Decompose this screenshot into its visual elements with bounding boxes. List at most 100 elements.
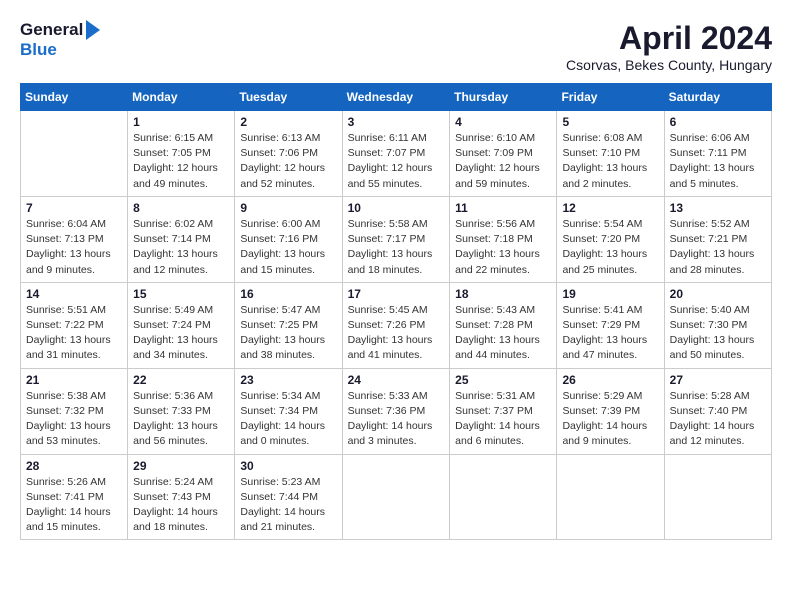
calendar-cell: 23 Sunrise: 5:34 AMSunset: 7:34 PMDayligh… xyxy=(235,368,342,454)
day-info: Sunrise: 5:54 AMSunset: 7:20 PMDaylight:… xyxy=(562,217,658,278)
day-number: 18 xyxy=(455,287,551,301)
weekday-header-wednesday: Wednesday xyxy=(342,84,450,111)
day-info: Sunrise: 5:56 AMSunset: 7:18 PMDaylight:… xyxy=(455,217,551,278)
day-info: Sunrise: 5:49 AMSunset: 7:24 PMDaylight:… xyxy=(133,303,229,364)
calendar-cell: 2Sunrise: 6:13 AMSunset: 7:06 PMDaylight… xyxy=(235,111,342,197)
calendar-cell: 12 Sunrise: 5:54 AMSunset: 7:20 PMDayligh… xyxy=(557,196,664,282)
day-info: Sunrise: 6:00 AMSunset: 7:16 PMDaylight:… xyxy=(240,217,336,278)
day-number: 15 xyxy=(133,287,229,301)
day-info: Sunrise: 5:45 AMSunset: 7:26 PMDaylight:… xyxy=(348,303,445,364)
weekday-header-friday: Friday xyxy=(557,84,664,111)
day-number: 23 xyxy=(240,373,336,387)
calendar-cell xyxy=(450,454,557,540)
day-number: 22 xyxy=(133,373,229,387)
calendar-cell: 8 Sunrise: 6:02 AMSunset: 7:14 PMDaylight… xyxy=(128,196,235,282)
day-info: Sunrise: 6:15 AMSunset: 7:05 PMDaylight:… xyxy=(133,131,229,192)
day-number: 14 xyxy=(26,287,122,301)
weekday-header-monday: Monday xyxy=(128,84,235,111)
day-number: 19 xyxy=(562,287,658,301)
day-info: Sunrise: 5:38 AMSunset: 7:32 PMDaylight:… xyxy=(26,389,122,450)
calendar-week-row: 21 Sunrise: 5:38 AMSunset: 7:32 PMDayligh… xyxy=(21,368,772,454)
day-number: 20 xyxy=(670,287,766,301)
day-info: Sunrise: 6:08 AMSunset: 7:10 PMDaylight:… xyxy=(562,131,658,192)
logo-blue-text: Blue xyxy=(20,40,57,60)
day-info: Sunrise: 5:40 AMSunset: 7:30 PMDaylight:… xyxy=(670,303,766,364)
day-info: Sunrise: 6:11 AMSunset: 7:07 PMDaylight:… xyxy=(348,131,445,192)
calendar-cell: 1 Sunrise: 6:15 AMSunset: 7:05 PMDaylight… xyxy=(128,111,235,197)
calendar-week-row: 1 Sunrise: 6:15 AMSunset: 7:05 PMDaylight… xyxy=(21,111,772,197)
day-info: Sunrise: 5:31 AMSunset: 7:37 PMDaylight:… xyxy=(455,389,551,450)
calendar-week-row: 7 Sunrise: 6:04 AMSunset: 7:13 PMDaylight… xyxy=(21,196,772,282)
day-number: 1 xyxy=(133,115,229,129)
day-number: 2 xyxy=(240,115,336,129)
day-info: Sunrise: 5:29 AMSunset: 7:39 PMDaylight:… xyxy=(562,389,658,450)
calendar-table: SundayMondayTuesdayWednesdayThursdayFrid… xyxy=(20,83,772,540)
day-number: 16 xyxy=(240,287,336,301)
calendar-cell xyxy=(21,111,128,197)
location-title: Csorvas, Bekes County, Hungary xyxy=(566,57,772,73)
title-area: April 2024 Csorvas, Bekes County, Hungar… xyxy=(566,20,772,73)
calendar-cell: 27 Sunrise: 5:28 AMSunset: 7:40 PMDayligh… xyxy=(664,368,771,454)
calendar-cell: 15 Sunrise: 5:49 AMSunset: 7:24 PMDayligh… xyxy=(128,282,235,368)
day-number: 3 xyxy=(348,115,445,129)
day-info: Sunrise: 5:34 AMSunset: 7:34 PMDaylight:… xyxy=(240,389,336,450)
calendar-week-row: 14 Sunrise: 5:51 AMSunset: 7:22 PMDayligh… xyxy=(21,282,772,368)
calendar-cell: 25 Sunrise: 5:31 AMSunset: 7:37 PMDayligh… xyxy=(450,368,557,454)
weekday-header-thursday: Thursday xyxy=(450,84,557,111)
calendar-cell: 6Sunrise: 6:06 AMSunset: 7:11 PMDaylight… xyxy=(664,111,771,197)
weekday-header-sunday: Sunday xyxy=(21,84,128,111)
day-info: Sunrise: 6:02 AMSunset: 7:14 PMDaylight:… xyxy=(133,217,229,278)
calendar-cell xyxy=(342,454,450,540)
calendar-cell: 24 Sunrise: 5:33 AMSunset: 7:36 PMDayligh… xyxy=(342,368,450,454)
day-info: Sunrise: 5:28 AMSunset: 7:40 PMDaylight:… xyxy=(670,389,766,450)
day-info: Sunrise: 5:51 AMSunset: 7:22 PMDaylight:… xyxy=(26,303,122,364)
calendar-cell: 18 Sunrise: 5:43 AMSunset: 7:28 PMDayligh… xyxy=(450,282,557,368)
calendar-week-row: 28Sunrise: 5:26 AMSunset: 7:41 PMDayligh… xyxy=(21,454,772,540)
calendar-cell: 28Sunrise: 5:26 AMSunset: 7:41 PMDayligh… xyxy=(21,454,128,540)
weekday-header-tuesday: Tuesday xyxy=(235,84,342,111)
calendar-cell: 11 Sunrise: 5:56 AMSunset: 7:18 PMDayligh… xyxy=(450,196,557,282)
day-info: Sunrise: 5:52 AMSunset: 7:21 PMDaylight:… xyxy=(670,217,766,278)
calendar-cell: 30Sunrise: 5:23 AMSunset: 7:44 PMDayligh… xyxy=(235,454,342,540)
logo-general-text: General xyxy=(20,20,83,40)
day-number: 7 xyxy=(26,201,122,215)
calendar-cell: 22 Sunrise: 5:36 AMSunset: 7:33 PMDayligh… xyxy=(128,368,235,454)
day-info: Sunrise: 6:10 AMSunset: 7:09 PMDaylight:… xyxy=(455,131,551,192)
day-info: Sunrise: 5:36 AMSunset: 7:33 PMDaylight:… xyxy=(133,389,229,450)
calendar-cell: 21 Sunrise: 5:38 AMSunset: 7:32 PMDayligh… xyxy=(21,368,128,454)
day-number: 12 xyxy=(562,201,658,215)
calendar-cell xyxy=(557,454,664,540)
day-number: 9 xyxy=(240,201,336,215)
day-number: 10 xyxy=(348,201,445,215)
day-info: Sunrise: 5:33 AMSunset: 7:36 PMDaylight:… xyxy=(348,389,445,450)
calendar-cell: 3 Sunrise: 6:11 AMSunset: 7:07 PMDaylight… xyxy=(342,111,450,197)
day-number: 8 xyxy=(133,201,229,215)
calendar-cell: 5 Sunrise: 6:08 AMSunset: 7:10 PMDaylight… xyxy=(557,111,664,197)
calendar-cell: 7 Sunrise: 6:04 AMSunset: 7:13 PMDaylight… xyxy=(21,196,128,282)
day-info: Sunrise: 5:43 AMSunset: 7:28 PMDaylight:… xyxy=(455,303,551,364)
calendar-cell: 19 Sunrise: 5:41 AMSunset: 7:29 PMDayligh… xyxy=(557,282,664,368)
weekday-header-row: SundayMondayTuesdayWednesdayThursdayFrid… xyxy=(21,84,772,111)
month-title: April 2024 xyxy=(566,20,772,57)
day-info: Sunrise: 5:58 AMSunset: 7:17 PMDaylight:… xyxy=(348,217,445,278)
day-info: Sunrise: 6:04 AMSunset: 7:13 PMDaylight:… xyxy=(26,217,122,278)
calendar-cell: 29Sunrise: 5:24 AMSunset: 7:43 PMDayligh… xyxy=(128,454,235,540)
day-number: 25 xyxy=(455,373,551,387)
day-number: 13 xyxy=(670,201,766,215)
calendar-cell: 26Sunrise: 5:29 AMSunset: 7:39 PMDayligh… xyxy=(557,368,664,454)
day-number: 5 xyxy=(562,115,658,129)
day-number: 24 xyxy=(348,373,445,387)
calendar-cell: 13 Sunrise: 5:52 AMSunset: 7:21 PMDayligh… xyxy=(664,196,771,282)
calendar-cell: 16 Sunrise: 5:47 AMSunset: 7:25 PMDayligh… xyxy=(235,282,342,368)
day-number: 17 xyxy=(348,287,445,301)
day-info: Sunrise: 5:41 AMSunset: 7:29 PMDaylight:… xyxy=(562,303,658,364)
day-number: 21 xyxy=(26,373,122,387)
logo: General Blue xyxy=(20,20,100,60)
day-number: 11 xyxy=(455,201,551,215)
calendar-cell: 10 Sunrise: 5:58 AMSunset: 7:17 PMDayligh… xyxy=(342,196,450,282)
day-number: 27 xyxy=(670,373,766,387)
day-info: Sunrise: 5:24 AMSunset: 7:43 PMDaylight:… xyxy=(133,475,229,536)
calendar-cell xyxy=(664,454,771,540)
day-info: Sunrise: 5:47 AMSunset: 7:25 PMDaylight:… xyxy=(240,303,336,364)
calendar-cell: 4Sunrise: 6:10 AMSunset: 7:09 PMDaylight… xyxy=(450,111,557,197)
